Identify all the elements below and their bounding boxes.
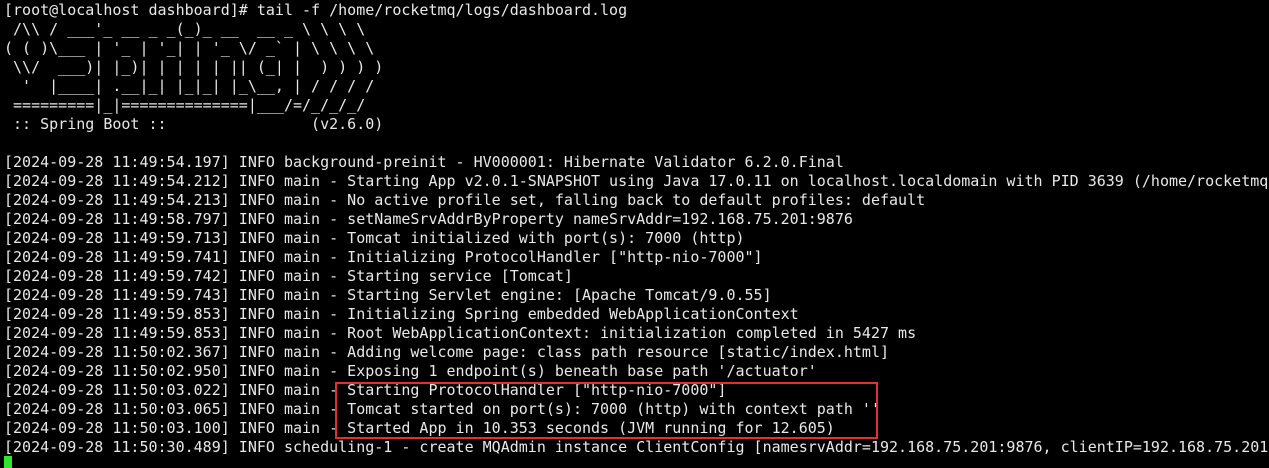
banner-line: \\/ ___)| |_)| | | | | || (_| | ) ) ) ) — [4, 58, 384, 76]
log-line: [2024-09-28 11:50:02.367] INFO main - Ad… — [4, 343, 890, 361]
spring-boot-version-line: :: Spring Boot :: (v2.6.0) — [4, 115, 384, 133]
log-line: [2024-09-28 11:49:54.213] INFO main - No… — [4, 191, 926, 209]
log-line: [2024-09-28 11:50:02.950] INFO main - Ex… — [4, 362, 817, 380]
terminal-window[interactable]: [root@localhost dashboard]# tail -f /hom… — [0, 0, 1269, 468]
log-line: [2024-09-28 11:49:59.741] INFO main - In… — [4, 248, 763, 266]
banner-line: ( ( )\___ | '_ | '_| | '_ \/ _` | \ \ \ … — [4, 39, 375, 57]
log-line: [2024-09-28 11:49:59.743] INFO main - St… — [4, 286, 772, 304]
log-line-highlighted: [2024-09-28 11:50:03.100] INFO main - St… — [4, 419, 835, 437]
log-line: [2024-09-28 11:49:59.742] INFO main - St… — [4, 267, 573, 285]
log-line: [2024-09-28 11:49:59.713] INFO main - To… — [4, 229, 745, 247]
banner-line: ' |____| .__|_| |_|_| |_\__, | / / / / — [4, 77, 375, 95]
log-line: [2024-09-28 11:49:58.797] INFO main - se… — [4, 210, 853, 228]
log-line: [2024-09-28 11:49:54.197] INFO backgroun… — [4, 153, 844, 171]
log-line: [2024-09-28 11:49:54.212] INFO main - St… — [4, 172, 1269, 190]
log-line-highlighted: [2024-09-28 11:50:03.022] INFO main - St… — [4, 381, 727, 399]
terminal-cursor — [4, 456, 12, 468]
banner-line: =========|_|==============|___/=/_/_/_/ — [4, 96, 366, 114]
log-line: [2024-09-28 11:49:59.853] INFO main - In… — [4, 305, 799, 323]
log-line-highlighted: [2024-09-28 11:50:03.065] INFO main - To… — [4, 400, 880, 418]
log-line: [2024-09-28 11:49:59.853] INFO main - Ro… — [4, 324, 917, 342]
prompt-line: [root@localhost dashboard]# tail -f /hom… — [4, 1, 628, 19]
log-line: [2024-09-28 11:50:30.489] INFO schedulin… — [4, 438, 1269, 456]
banner-line: /\\ / ___'_ __ _ _(_)_ __ __ _ \ \ \ \ — [4, 20, 366, 38]
